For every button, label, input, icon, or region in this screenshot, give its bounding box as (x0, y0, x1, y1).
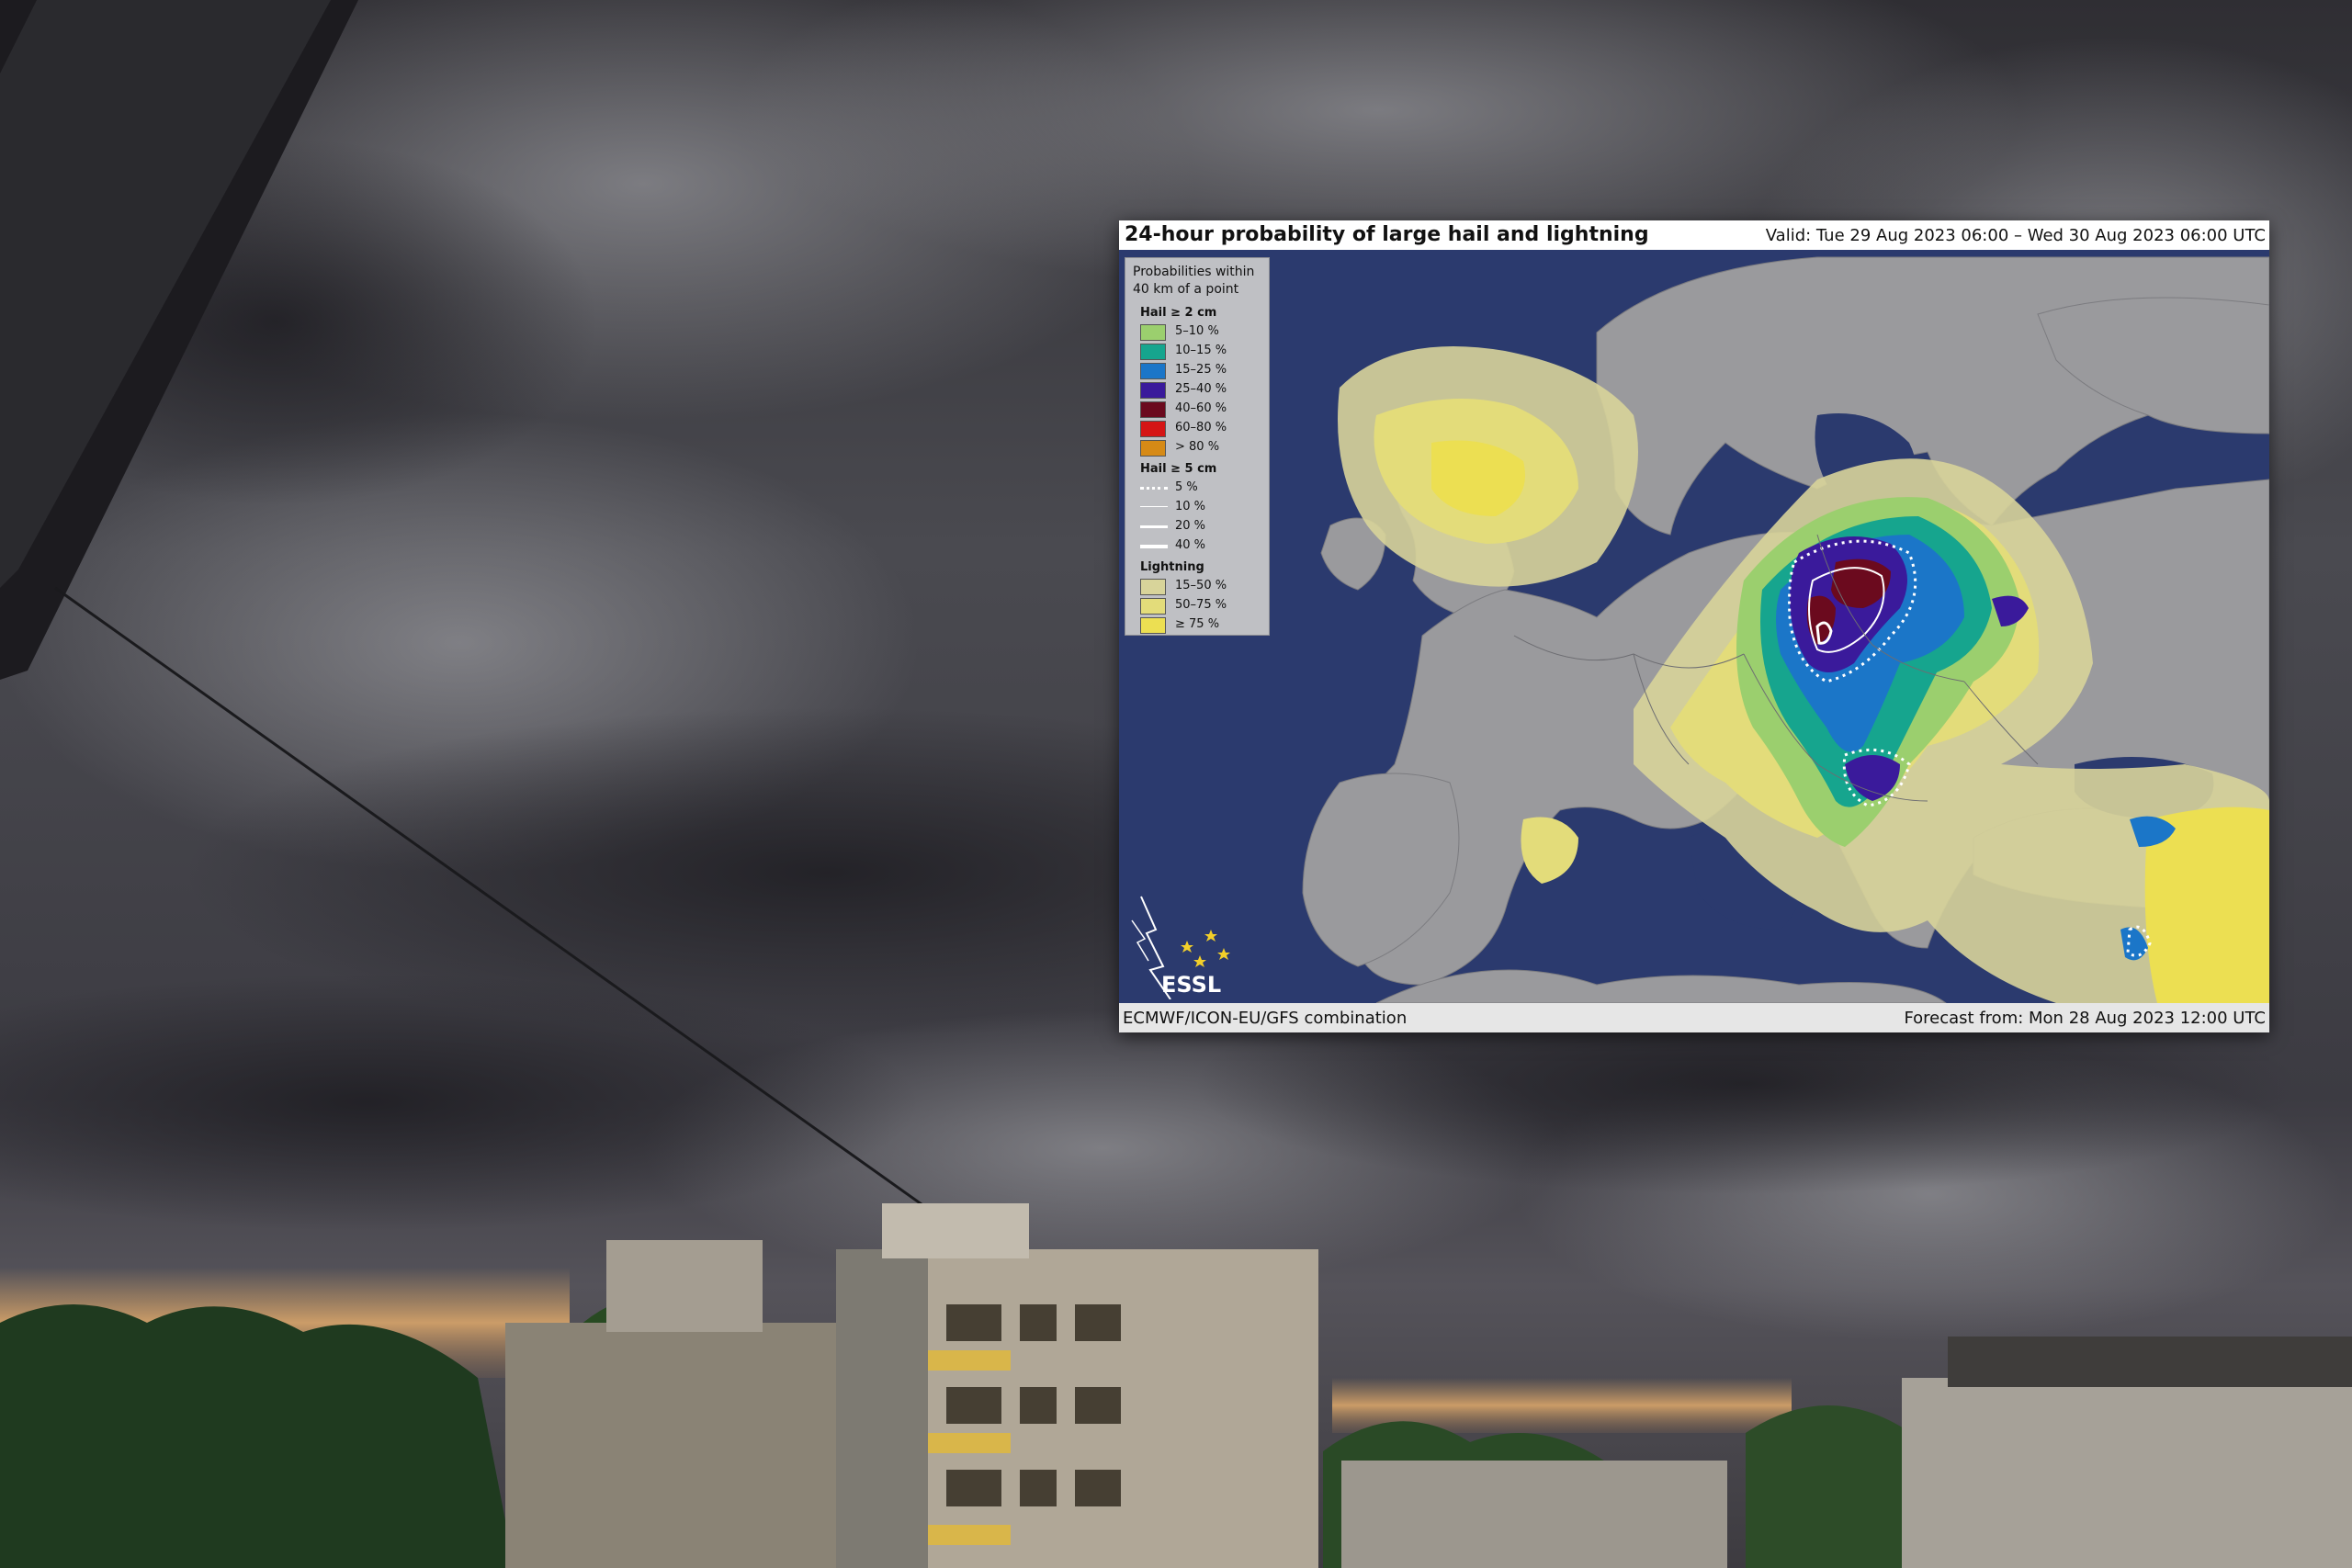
legend-line-dotted (1140, 487, 1168, 490)
legend-row-hail5: 20 % (1140, 517, 1265, 536)
legend-swatch (1140, 324, 1166, 341)
forecast-time: Forecast from: Mon 28 Aug 2023 12:00 UTC (1904, 1009, 2266, 1028)
legend-swatch (1140, 598, 1166, 615)
legend-label: 15–50 % (1175, 579, 1227, 592)
legend-line-thick (1140, 545, 1168, 548)
legend-row-hail2: > 80 % (1140, 438, 1265, 457)
legend-label: 40 % (1175, 538, 1206, 552)
legend-swatch (1140, 617, 1166, 634)
legend-row-hail5: 40 % (1140, 536, 1265, 555)
legend-label: 25–40 % (1175, 382, 1227, 396)
legend-label: 10–15 % (1175, 344, 1227, 357)
map-title: 24-hour probability of large hail and li… (1125, 223, 1649, 246)
legend-label: 10 % (1175, 500, 1206, 513)
forecast-map-panel: 24-hour probability of large hail and li… (1119, 220, 2269, 1032)
legend-heading-hail2: Hail ≥ 2 cm (1140, 306, 1217, 320)
legend-row-hail2: 10–15 % (1140, 342, 1265, 360)
legend-intro: Probabilities within 40 km of a point (1133, 264, 1254, 299)
legend-label: 5–10 % (1175, 324, 1219, 338)
legend-swatch (1140, 344, 1166, 360)
essl-logo-text: ESSL (1161, 972, 1222, 998)
legend-line-medium (1140, 525, 1168, 528)
valid-period: Valid: Tue 29 Aug 2023 06:00 – Wed 30 Au… (1765, 226, 2266, 245)
legend-swatch (1140, 363, 1166, 379)
legend-heading-lightning: Lightning (1140, 560, 1204, 574)
europe-map-graphic (1119, 250, 2269, 1003)
legend-label: 15–25 % (1175, 363, 1227, 377)
model-source: ECMWF/ICON-EU/GFS combination (1123, 1009, 1408, 1028)
legend-row-lightning: 15–50 % (1140, 577, 1265, 595)
legend-heading-hail5: Hail ≥ 5 cm (1140, 462, 1217, 476)
legend-label: 60–80 % (1175, 421, 1227, 434)
legend-line-thin (1140, 506, 1168, 507)
europe-map: Probabilities within 40 km of a point Ha… (1119, 250, 2269, 1003)
legend-swatch (1140, 440, 1166, 457)
legend-intro-line2: 40 km of a point (1133, 282, 1239, 297)
legend-label: ≥ 75 % (1175, 617, 1220, 631)
legend-row-hail2: 5–10 % (1140, 322, 1265, 341)
map-footer: ECMWF/ICON-EU/GFS combination Forecast f… (1119, 1003, 2269, 1032)
map-legend: Probabilities within 40 km of a point Ha… (1125, 257, 1270, 636)
legend-swatch (1140, 382, 1166, 399)
legend-row-hail5: 10 % (1140, 498, 1265, 516)
legend-row-hail5: 5 % (1140, 479, 1265, 497)
legend-row-hail2: 40–60 % (1140, 400, 1265, 418)
legend-swatch (1140, 579, 1166, 595)
legend-label: 20 % (1175, 519, 1206, 533)
legend-swatch (1140, 421, 1166, 437)
legend-row-hail2: 60–80 % (1140, 419, 1265, 437)
legend-row-hail2: 25–40 % (1140, 380, 1265, 399)
legend-label: 5 % (1175, 480, 1198, 494)
legend-row-hail2: 15–25 % (1140, 361, 1265, 379)
legend-row-lightning: 50–75 % (1140, 596, 1265, 615)
map-header: 24-hour probability of large hail and li… (1119, 220, 2269, 252)
legend-label: > 80 % (1175, 440, 1220, 454)
legend-swatch (1140, 401, 1166, 418)
legend-row-lightning: ≥ 75 % (1140, 615, 1265, 634)
legend-intro-line1: Probabilities within (1133, 265, 1255, 279)
legend-label: 40–60 % (1175, 401, 1227, 415)
legend-label: 50–75 % (1175, 598, 1227, 612)
